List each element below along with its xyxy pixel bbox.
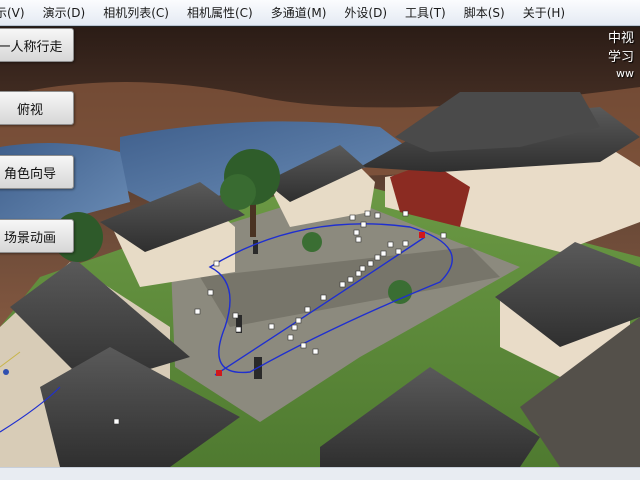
menu-camera-list[interactable]: 相机列表(C) bbox=[94, 0, 178, 26]
menu-peripherals[interactable]: 外设(D) bbox=[335, 0, 396, 26]
shrub bbox=[302, 232, 322, 252]
selected-control-point-2[interactable] bbox=[216, 370, 222, 376]
scene-animation-button[interactable]: 场景动画 bbox=[0, 219, 74, 253]
first-person-walk-button[interactable]: 一人称行走 bbox=[0, 28, 74, 62]
menu-camera-properties[interactable]: 相机属性(C) bbox=[178, 0, 262, 26]
watermark-line-2: 学习 bbox=[607, 50, 634, 65]
menu-demo[interactable]: 演示(D) bbox=[34, 0, 95, 26]
selected-control-point[interactable] bbox=[419, 232, 425, 238]
menubar: 示(V) 演示(D) 相机列表(C) 相机属性(C) 多通道(M) 外设(D) … bbox=[0, 0, 640, 26]
watermark-line-1: 中视 bbox=[607, 31, 634, 46]
watermark-line-3: ww bbox=[616, 67, 634, 80]
scene-render[interactable] bbox=[0, 27, 640, 467]
menu-script[interactable]: 脚本(S) bbox=[455, 0, 514, 26]
menu-multichannel[interactable]: 多通道(M) bbox=[262, 0, 336, 26]
menu-about[interactable]: 关于(H) bbox=[514, 0, 574, 26]
character-wizard-button[interactable]: 角色向导 bbox=[0, 155, 74, 189]
menu-view[interactable]: 示(V) bbox=[0, 0, 34, 26]
top-view-button[interactable]: 俯视 bbox=[0, 91, 74, 125]
menu-tools[interactable]: 工具(T) bbox=[396, 0, 455, 26]
shrub-2 bbox=[388, 280, 412, 304]
3d-viewport[interactable]: 中视 学习 ww 一人称行走 俯视 角色向导 场景动画 bbox=[0, 27, 640, 467]
status-bar bbox=[0, 467, 640, 480]
